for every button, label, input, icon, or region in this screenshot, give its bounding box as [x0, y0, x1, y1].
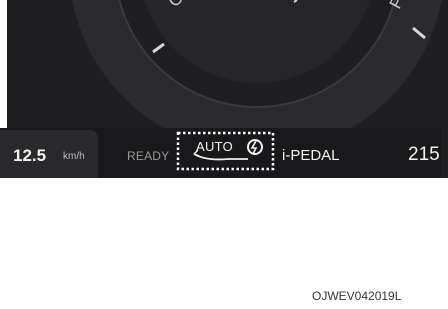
figure-caption: OJWEV042019L [312, 289, 402, 303]
auto-underline-arc [193, 153, 248, 161]
speed-value: 12.5 [13, 146, 47, 165]
auto-label: AUTO [196, 139, 234, 154]
ipedal-indicator: i-PEDAL [282, 147, 340, 164]
ready-indicator: READY [127, 149, 170, 163]
gauge-tick-left [152, 42, 165, 54]
gauge-center [144, 0, 370, 83]
speed-unit: km/h [63, 151, 85, 162]
range-value: 215 [408, 144, 440, 165]
regen-level-icon [247, 139, 263, 155]
